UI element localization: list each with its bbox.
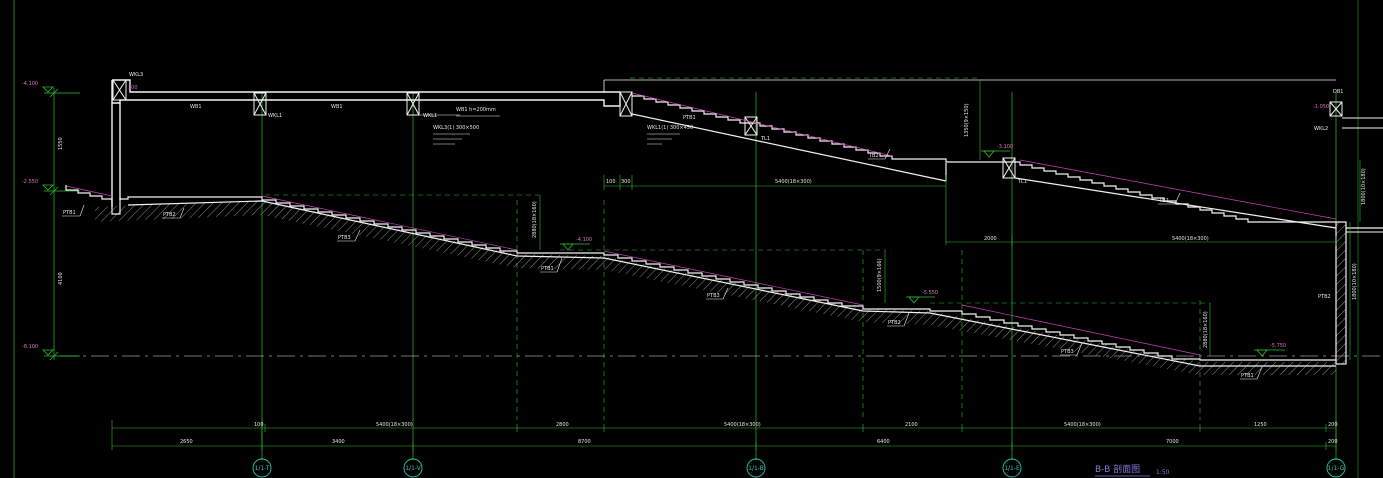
bdim1-8: 200 <box>1328 422 1338 428</box>
bdim1-2: 5400(18×300) <box>376 422 413 428</box>
bdim2-2: 3400 <box>332 439 345 445</box>
stair-tag-4: PTB1 <box>541 266 554 272</box>
stair-nosing <box>65 92 1337 356</box>
axis-label-1: 1/1-T <box>255 465 270 472</box>
beam-tag-8: DB1 <box>1333 89 1343 95</box>
vdim-6: 1800(10×180) <box>1352 263 1358 300</box>
level-mark-1: -4.100 <box>22 81 38 87</box>
level-triangles <box>42 86 54 356</box>
beam-tag-10: 300 <box>128 85 138 91</box>
stair-tag-6: PTB2 <box>888 320 901 326</box>
top-dim-5: 5400(18×300) <box>1172 236 1209 242</box>
beam-tag-9: WKL2 <box>1314 126 1328 132</box>
beam-tag-1: WKL3 <box>129 72 143 78</box>
stair-tag-1: PTB1 <box>63 210 76 216</box>
note-1: WB1 h=200mm <box>456 107 496 113</box>
beam-tag-7: TL1 <box>1017 179 1027 185</box>
top-dim-1: 100 <box>606 179 616 185</box>
axis-label-3: 1/1-B <box>748 465 764 472</box>
stair-tag-8: PTB1 <box>1241 373 1254 379</box>
top-dim-4: 2000 <box>984 236 997 242</box>
level-mark-3: -8.100 <box>22 344 38 350</box>
bdim2-6: 200 <box>1328 439 1338 445</box>
axis-label-2: 1/1-V <box>405 465 421 472</box>
vdim-1: 2880(18×160) <box>532 201 538 238</box>
stair-tag-10: PTB2 <box>1318 294 1331 300</box>
axis-label-5: 1/1-G <box>1328 465 1345 472</box>
elevation-triangles <box>560 150 1285 357</box>
beam-sections <box>112 79 1343 179</box>
bdim2-1: 2650 <box>180 439 193 445</box>
drawing-title: B-B 剖面图 <box>1095 463 1140 475</box>
axis-lines <box>261 92 1337 460</box>
retaining-wall <box>1335 221 1347 365</box>
stair-tag-9: TB2 <box>868 153 879 159</box>
note-3: WKL1(1) 300×450 <box>647 125 693 131</box>
top-dim-2: 300 <box>621 179 631 185</box>
note-2: WKL3(1) 300×500 <box>433 125 479 131</box>
vdim-2: 1500(9×166) <box>877 258 883 292</box>
elev-5: -1.050 <box>1313 104 1329 110</box>
bdim1-1: 100 <box>254 422 264 428</box>
dashed-axis-lines <box>265 77 1210 420</box>
beam-tag-6: TL1 <box>760 136 770 142</box>
vdim-3: 2880(18×160) <box>1203 311 1209 348</box>
left-dim-1: 1550 <box>58 137 64 150</box>
left-level-dimension <box>44 88 80 361</box>
left-dim-2: 4100 <box>58 272 64 285</box>
section-drawing: -4.100 -2.550 -8.100 1550 4100 2880(18×1… <box>13 0 1383 478</box>
elev-2: -5.550 <box>922 290 938 296</box>
stair-tag-2: PTB2 <box>163 212 176 218</box>
bdim1-6: 5400(18×300) <box>1064 422 1101 428</box>
stair-tag-5: PTB3 <box>707 293 720 299</box>
top-dim-3: 5400(18×300) <box>775 179 812 185</box>
level-mark-2: -2.550 <box>22 179 38 185</box>
beam-tag-5: WKL1 <box>423 113 437 119</box>
bdim1-7: 1250 <box>1254 422 1267 428</box>
stair-tag-7: PTB3 <box>1061 349 1074 355</box>
stair-tag-3: PTB3 <box>338 235 351 241</box>
beam-tag-3: WKL1 <box>268 113 282 119</box>
bdim2-5: 7000 <box>1166 439 1179 445</box>
drawing-scale: 1:50 <box>1156 469 1170 476</box>
bdim1-3: 2800 <box>556 422 569 428</box>
ground-hatch <box>95 200 1336 375</box>
bdim1-4: 5400(18×300) <box>724 422 761 428</box>
bdim2-4: 6400 <box>877 439 890 445</box>
bdim2-3: 8700 <box>578 439 591 445</box>
vdim-5: 1800(10×180) <box>1361 168 1367 205</box>
stair-tag-11: TB2 <box>1158 198 1169 204</box>
elev-1: -4.100 <box>576 237 592 243</box>
stair-tag-12: PTB1 <box>683 115 696 121</box>
roof-slab <box>111 79 621 207</box>
bdim1-5: 2100 <box>905 422 918 428</box>
vdim-4: 1350(9×150) <box>964 103 970 137</box>
elev-4: -3.100 <box>997 144 1013 150</box>
upper-stair <box>631 92 1337 229</box>
beam-tag-4: WB1 <box>331 104 343 110</box>
axis-label-4: 1/1-E <box>1004 465 1020 472</box>
beam-tag-2: WB1 <box>190 104 202 110</box>
elev-3: -5.750 <box>1270 343 1286 349</box>
